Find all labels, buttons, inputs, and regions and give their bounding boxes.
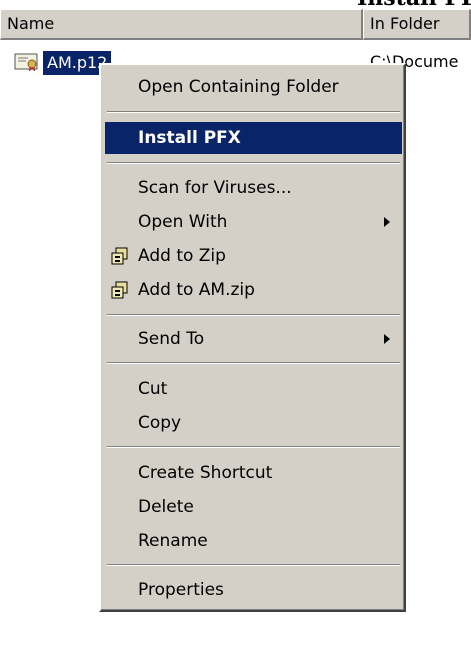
menu-item-install-pfx[interactable]: Install PFX	[105, 122, 402, 154]
winzip-icon	[111, 247, 128, 265]
menu-item-properties[interactable]: Properties	[105, 574, 402, 606]
menu-label: Install PFX	[138, 128, 241, 148]
menu-label: Send To	[138, 329, 205, 349]
column-header-name[interactable]: Name	[0, 9, 363, 40]
column-header-in-folder[interactable]: In Folder	[363, 9, 471, 40]
menu-separator	[107, 111, 400, 113]
menu-label: Open With	[138, 212, 228, 232]
certificate-file-icon[interactable]	[14, 52, 40, 72]
menu-separator	[107, 314, 400, 316]
menu-item-delete[interactable]: Delete	[105, 491, 402, 523]
explorer-window: Install PFX Name In Folder AM.p12 C:\Doc…	[0, 0, 471, 657]
menu-separator	[107, 446, 400, 448]
menu-label: Create Shortcut	[138, 463, 273, 483]
menu-item-open-with[interactable]: Open With	[105, 206, 402, 238]
menu-label: Scan for Viruses...	[138, 178, 292, 198]
menu-separator	[107, 564, 400, 566]
submenu-arrow-icon	[384, 334, 390, 344]
submenu-arrow-icon	[384, 217, 390, 227]
menu-label: Add to AM.zip	[138, 280, 255, 300]
menu-item-rename[interactable]: Rename	[105, 525, 402, 557]
menu-item-scan-for-viruses[interactable]: Scan for Viruses...	[105, 172, 402, 204]
menu-item-send-to[interactable]: Send To	[105, 323, 402, 355]
winzip-icon	[111, 281, 128, 299]
menu-item-add-to-zip[interactable]: Add to Zip	[105, 240, 402, 272]
menu-label: Open Containing Folder	[138, 77, 339, 97]
menu-separator	[107, 362, 400, 364]
caption-heading: Install PFX	[357, 0, 471, 9]
menu-label: Properties	[138, 580, 224, 600]
caption-strip: Install PFX	[0, 0, 471, 9]
menu-item-cut[interactable]: Cut	[105, 373, 402, 405]
menu-label: Add to Zip	[138, 246, 226, 266]
menu-item-create-shortcut[interactable]: Create Shortcut	[105, 457, 402, 489]
menu-item-add-to-am-zip[interactable]: Add to AM.zip	[105, 274, 402, 306]
menu-item-copy[interactable]: Copy	[105, 407, 402, 439]
menu-label: Copy	[138, 413, 182, 433]
menu-label: Cut	[138, 379, 168, 399]
menu-item-open-containing-folder[interactable]: Open Containing Folder	[105, 71, 402, 103]
menu-separator	[107, 162, 400, 164]
menu-label: Rename	[138, 531, 208, 551]
menu-label: Delete	[138, 497, 194, 517]
context-menu: Open Containing Folder Install PFX Scan …	[99, 63, 406, 612]
